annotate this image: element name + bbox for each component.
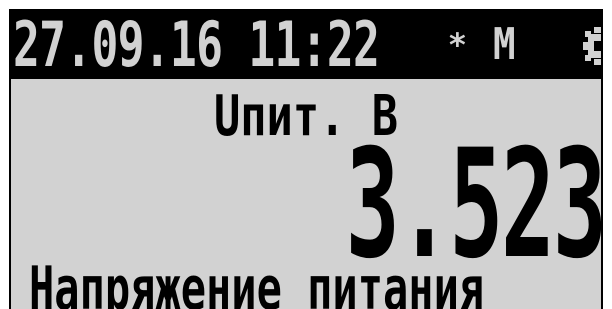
parameter-description: Напряжение питания xyxy=(29,254,485,309)
parameter-value: 3.523 xyxy=(346,118,603,292)
lcd-display: 27.09.16 11:22 * M Uпит. В 3.523 Напряже… xyxy=(9,9,603,309)
gear-icon xyxy=(583,27,601,65)
datetime-readout: 27.09.16 11:22 xyxy=(13,9,380,81)
star-icon: * xyxy=(449,26,466,64)
status-bar: 27.09.16 11:22 * M xyxy=(11,11,601,79)
mode-indicator: M xyxy=(493,19,516,70)
